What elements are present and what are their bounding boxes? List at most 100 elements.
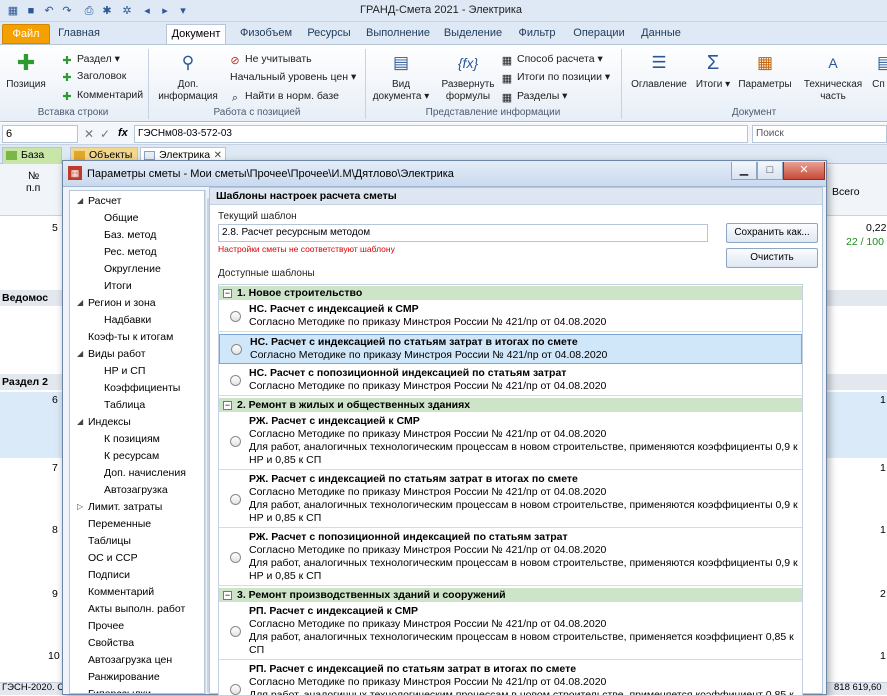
search-input[interactable]: Поиск xyxy=(752,125,887,143)
insert-header-button[interactable]: ✚ Заголовок xyxy=(60,68,126,84)
tab-home[interactable]: Главная xyxy=(54,24,104,44)
tab-base[interactable]: База xyxy=(2,147,62,164)
nav-item[interactable]: Акты выполн. работ xyxy=(88,601,185,617)
template-item[interactable]: РП. Расчет с индексацией к СМР Согласно М… xyxy=(219,604,802,660)
spec-button[interactable]: ▤ Сп xyxy=(870,49,887,91)
nav-item[interactable]: НР и СП xyxy=(104,363,145,379)
tab-resources[interactable]: Ресурсы xyxy=(302,24,356,44)
template-radio[interactable] xyxy=(230,375,241,386)
nav-item[interactable]: Свойства xyxy=(88,635,134,651)
template-radio[interactable] xyxy=(230,311,241,322)
collapse-group-icon[interactable]: − xyxy=(223,289,232,298)
initial-price-level-button[interactable]: Начальный уровень цен ▾ xyxy=(230,69,356,85)
function-icon[interactable]: fx xyxy=(118,127,128,139)
template-description: Согласно Методике по приказу Минстроя Ро… xyxy=(249,428,607,440)
nav-item[interactable]: Ранжирование xyxy=(88,669,160,685)
collapse-arrow-icon[interactable]: ◢ xyxy=(77,193,83,209)
cell-reference-input[interactable]: 6 xyxy=(2,125,78,143)
template-item[interactable]: РЖ. Расчет с попозиционной индексацией п… xyxy=(219,530,802,586)
position-totals-button[interactable]: ▦ Итоги по позиции ▾ xyxy=(500,69,610,85)
nav-item[interactable]: Подписи xyxy=(88,567,130,583)
nav-item[interactable]: Баз. метод xyxy=(104,227,156,243)
nav-item[interactable]: Автозагрузка xyxy=(104,482,168,498)
ignore-button[interactable]: ⊘ Не учитывать xyxy=(228,51,311,67)
technical-part-button[interactable]: A Техническая часть xyxy=(800,49,866,103)
template-radio[interactable] xyxy=(230,552,241,563)
template-radio[interactable] xyxy=(230,436,241,447)
expand-formulas-button[interactable]: {fx} Развернуть формулы xyxy=(438,49,498,103)
nav-item[interactable]: Округление xyxy=(104,261,161,277)
clear-button[interactable]: Очистить xyxy=(726,248,818,268)
tab-volume[interactable]: Физобъем xyxy=(236,24,296,44)
nav-item[interactable]: ◢ Расчет xyxy=(77,193,121,209)
sections-button[interactable]: ▦ Разделы ▾ xyxy=(500,88,568,104)
totals-button[interactable]: Σ Итоги ▾ xyxy=(692,49,734,91)
nav-item[interactable]: Общие xyxy=(104,210,139,226)
tab-document[interactable]: Документ xyxy=(166,24,226,44)
nav-item[interactable]: К позициям xyxy=(104,431,160,447)
nav-item[interactable]: ◢ Регион и зона xyxy=(77,295,156,311)
template-group-header[interactable]: −3. Ремонт производственных зданий и соо… xyxy=(219,588,802,602)
parameters-button[interactable]: ▦ Параметры xyxy=(736,49,794,91)
nav-item[interactable]: ▷ Лимит. затраты xyxy=(77,499,162,515)
template-radio[interactable] xyxy=(230,626,241,637)
tab-operations[interactable]: Операции xyxy=(568,24,630,44)
minimize-icon[interactable]: ▁ xyxy=(731,162,757,180)
maximize-icon[interactable]: □ xyxy=(757,162,783,180)
save-as-button[interactable]: Сохранить как... xyxy=(726,223,818,243)
cancel-icon[interactable]: ✕ xyxy=(84,127,94,141)
nav-item[interactable]: Гиперссылки xyxy=(88,686,151,693)
nav-item[interactable]: Коэффициенты xyxy=(104,380,180,396)
template-item[interactable]: РЖ. Расчет с индексацией к СМР Согласно М… xyxy=(219,414,802,470)
template-radio[interactable] xyxy=(230,684,241,695)
nav-item[interactable]: Автозагрузка цен xyxy=(88,652,172,668)
template-item[interactable]: НС. Расчет с попозиционной индексацией п… xyxy=(219,366,802,396)
dialog-title-bar[interactable]: ▦ Параметры сметы - Мои сметы\Прочее\Про… xyxy=(63,161,826,187)
insert-position-button[interactable]: ✚ Позиция xyxy=(6,49,46,91)
nav-item[interactable]: Таблицы xyxy=(88,533,131,549)
nav-item[interactable]: ◢ Виды работ xyxy=(77,346,146,362)
tab-filter[interactable]: Фильтр xyxy=(512,24,562,44)
insert-section-button[interactable]: ✚ Раздел ▾ xyxy=(60,51,120,67)
nav-item[interactable]: Доп. начисления xyxy=(104,465,186,481)
extra-info-button[interactable]: ⚲ Доп. информация xyxy=(156,49,220,103)
nav-item[interactable]: Коэф-ты к итогам xyxy=(88,329,173,345)
nav-item[interactable]: Комментарий xyxy=(88,584,154,600)
tab-execution[interactable]: Выполнение xyxy=(364,24,432,44)
formula-input[interactable]: ГЭСНм08-03-572-03 xyxy=(134,125,748,143)
close-icon[interactable]: ✕ xyxy=(783,162,825,180)
template-radio[interactable] xyxy=(231,344,242,355)
expand-arrow-icon[interactable]: ▷ xyxy=(77,499,83,515)
tab-data[interactable]: Данные xyxy=(636,24,686,44)
nav-item[interactable]: К ресурсам xyxy=(104,448,159,464)
nav-item[interactable]: Итоги xyxy=(104,278,132,294)
template-group-header[interactable]: −1. Новое строительство xyxy=(219,286,802,300)
nav-item[interactable]: Переменные xyxy=(88,516,151,532)
template-item[interactable]: РЖ. Расчет с индексацией по статьям затр… xyxy=(219,472,802,528)
nav-item[interactable]: ◢ Индексы xyxy=(77,414,131,430)
template-radio[interactable] xyxy=(230,494,241,505)
nav-item[interactable]: Прочее xyxy=(88,618,124,634)
nav-item[interactable]: Таблица xyxy=(104,397,145,413)
template-item[interactable]: НС. Расчет с индексацией к СМР Согласно М… xyxy=(219,302,802,332)
template-group-header[interactable]: −2. Ремонт в жилых и общественных здания… xyxy=(219,398,802,412)
collapse-arrow-icon[interactable]: ◢ xyxy=(77,414,83,430)
calc-method-button[interactable]: ▦ Способ расчета ▾ xyxy=(500,51,603,67)
find-in-base-button[interactable]: ⌕ Найти в норм. базе xyxy=(228,88,339,104)
collapse-group-icon[interactable]: − xyxy=(223,591,232,600)
document-view-button[interactable]: ▤ Вид документа ▾ xyxy=(372,49,430,103)
template-item[interactable]: РП. Расчет с индексацией по статьям затр… xyxy=(219,662,802,695)
collapse-arrow-icon[interactable]: ◢ xyxy=(77,346,83,362)
nav-item[interactable]: ОС и ССР xyxy=(88,550,138,566)
collapse-arrow-icon[interactable]: ◢ xyxy=(77,295,83,311)
tab-selection[interactable]: Выделение xyxy=(442,24,504,44)
insert-comment-button[interactable]: ✚ Комментарий xyxy=(60,87,143,103)
nav-item[interactable]: Рес. метод xyxy=(104,244,157,260)
collapse-group-icon[interactable]: − xyxy=(223,401,232,410)
nav-item[interactable]: Надбавки xyxy=(104,312,151,328)
confirm-icon[interactable]: ✓ xyxy=(100,127,110,141)
current-template-field[interactable]: 2.8. Расчет ресурсным методом xyxy=(218,224,708,242)
template-item[interactable]: НС. Расчет с индексацией по статьям затр… xyxy=(219,334,802,364)
tab-file[interactable]: Файл xyxy=(2,24,50,44)
contents-button[interactable]: ☰ Оглавление xyxy=(628,49,690,91)
